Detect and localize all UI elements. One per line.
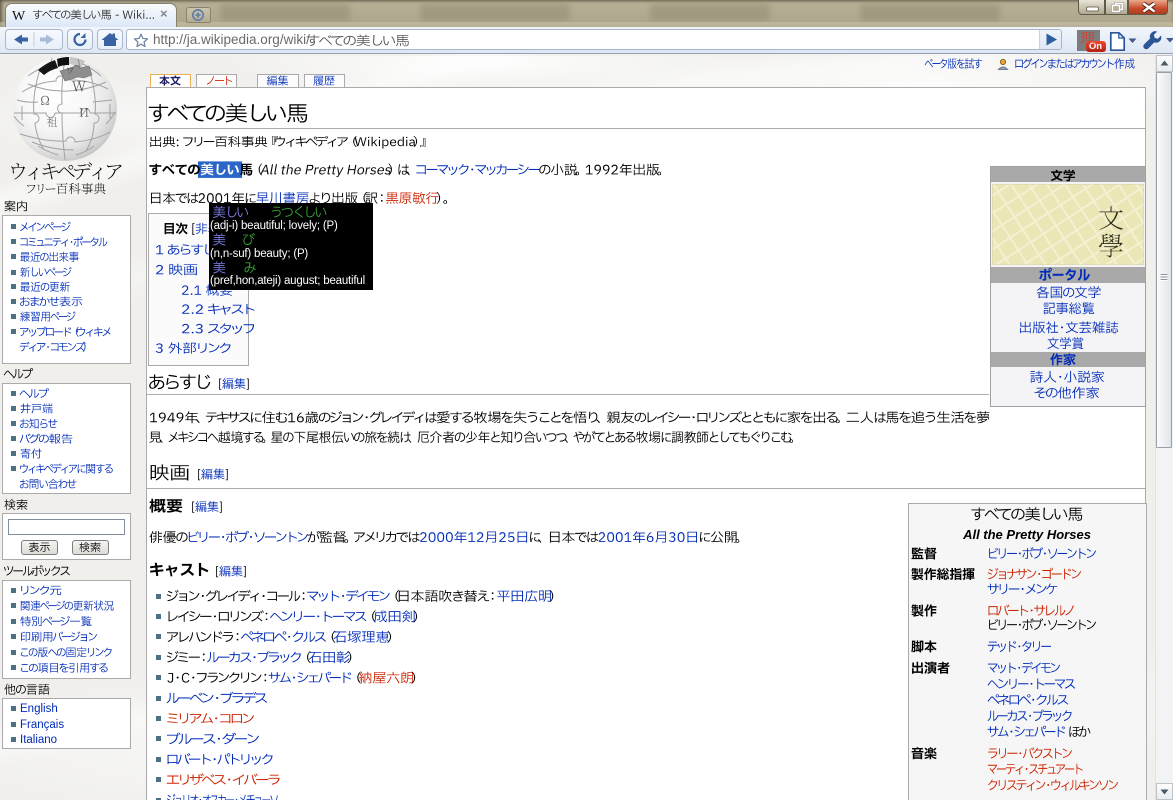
svg-text:W: W xyxy=(12,9,26,23)
